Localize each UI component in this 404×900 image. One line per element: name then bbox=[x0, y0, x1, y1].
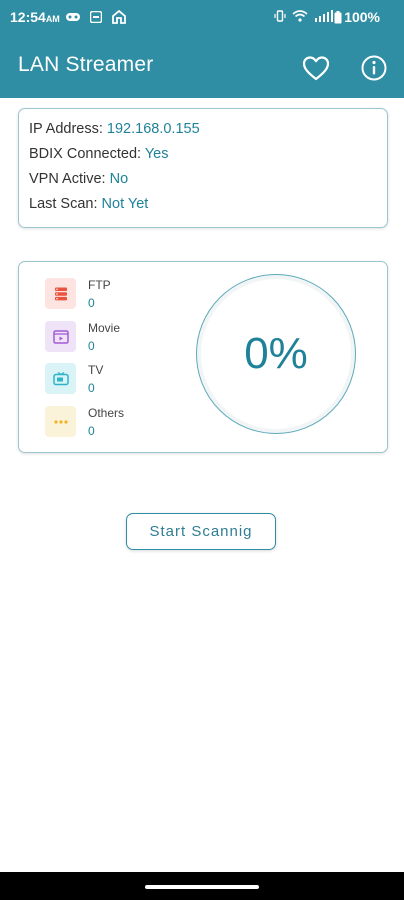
ip-address-row: IP Address: 192.168.0.155 bbox=[29, 121, 200, 137]
stat-label: FTP bbox=[88, 278, 111, 292]
tv-icon bbox=[45, 363, 76, 394]
home-icon bbox=[112, 10, 126, 24]
vpn-label: VPN Active: bbox=[29, 171, 106, 187]
stat-ftp: FTP 0 bbox=[45, 278, 205, 314]
bdix-label: BDIX Connected: bbox=[29, 146, 142, 162]
game-controller-icon bbox=[66, 13, 80, 21]
stat-count: 0 bbox=[88, 381, 95, 395]
app-title: LAN Streamer bbox=[18, 53, 154, 76]
start-scan-button[interactable]: Start Scannig bbox=[126, 513, 276, 550]
wifi-icon bbox=[292, 10, 308, 22]
notification-icons bbox=[66, 10, 126, 24]
info-circle-icon[interactable] bbox=[361, 55, 387, 81]
app-bar: LAN Streamer bbox=[0, 36, 404, 98]
last-scan-label: Last Scan: bbox=[29, 196, 98, 212]
scan-stats-card: FTP 0 Movie 0 TV 0 Others 0 0% bbox=[18, 261, 388, 453]
stat-label: Movie bbox=[88, 321, 121, 335]
bdix-row: BDIX Connected: Yes bbox=[29, 146, 168, 162]
stat-others: Others 0 bbox=[45, 406, 205, 442]
battery-percent: 100% bbox=[344, 9, 380, 25]
stat-count: 0 bbox=[88, 424, 95, 438]
stat-count: 0 bbox=[88, 296, 95, 310]
stat-movie: Movie 0 bbox=[45, 321, 205, 357]
more-dots-icon bbox=[45, 406, 76, 437]
stat-label: TV bbox=[88, 363, 104, 377]
stat-label: Others bbox=[88, 406, 125, 420]
ip-address-label: IP Address: bbox=[29, 121, 103, 137]
ftp-server-icon bbox=[45, 278, 76, 309]
ip-address-value: 192.168.0.155 bbox=[106, 121, 200, 137]
status-bar: 12:54AM 100% bbox=[0, 0, 404, 36]
scan-progress-gauge: 0% bbox=[196, 274, 356, 434]
battery-icon bbox=[334, 11, 342, 24]
last-scan-value: Not Yet bbox=[101, 196, 149, 212]
movie-icon bbox=[45, 321, 76, 352]
network-info-card: IP Address: 192.168.0.155 BDIX Connected… bbox=[18, 108, 388, 228]
vibrate-icon bbox=[274, 10, 286, 22]
system-nav-bar bbox=[0, 872, 404, 900]
vpn-row: VPN Active: No bbox=[29, 171, 128, 187]
stat-tv: TV 0 bbox=[45, 363, 205, 399]
progress-percent: 0% bbox=[244, 329, 308, 378]
gesture-handle[interactable] bbox=[145, 885, 259, 889]
signal-icon bbox=[315, 10, 333, 22]
status-time: 12:54AM bbox=[10, 9, 60, 25]
bdix-value: Yes bbox=[144, 146, 169, 162]
vpn-value: No bbox=[109, 171, 129, 187]
last-scan-row: Last Scan: Not Yet bbox=[29, 196, 148, 212]
system-icons bbox=[274, 10, 334, 22]
heart-outline-icon[interactable] bbox=[302, 55, 330, 81]
image-icon bbox=[90, 11, 102, 23]
stat-count: 0 bbox=[88, 339, 95, 353]
